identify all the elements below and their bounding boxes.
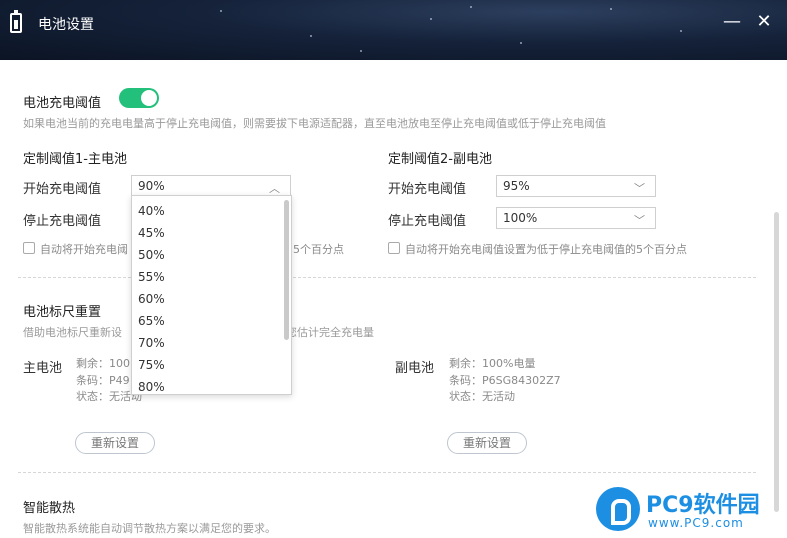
sub-stop-select[interactable]: 100% ﹀ xyxy=(496,207,656,229)
dropdown-option[interactable]: 55% xyxy=(132,266,282,288)
divider xyxy=(18,472,756,473)
threshold-description: 如果电池当前的充电电量高于停止充电阈值，则需要拔下电源适配器，直至电池放电至停止… xyxy=(23,117,606,130)
main-auto-checkbox[interactable] xyxy=(23,242,35,254)
gauge-desc-right: 您估计完全充电量 xyxy=(286,326,374,339)
chevron-down-icon: ﹀ xyxy=(634,182,645,195)
minimize-button[interactable]: — xyxy=(722,12,742,32)
divider xyxy=(18,277,756,278)
watermark-url: www.PC9.com xyxy=(648,516,744,530)
vertical-scrollbar[interactable] xyxy=(774,212,779,512)
main-start-value: 90% xyxy=(138,179,165,193)
start-threshold-dropdown: 40% 45% 50% 55% 60% 65% 70% 75% 80% xyxy=(131,195,292,395)
sub-stop-value: 100% xyxy=(503,211,538,225)
watermark: PC9软件园 www.PC9.com xyxy=(596,485,781,535)
star-decoration xyxy=(220,10,222,12)
sub-auto-text: 自动将开始充电阈值设置为低于停止充电阈值的5个百分点 xyxy=(405,243,687,256)
sub-stop-label: 停止充电阈值 xyxy=(388,214,467,229)
main-auto-text-right: 5个百分点 xyxy=(293,243,344,256)
main-start-select[interactable]: 90% ︿ xyxy=(131,175,291,197)
title-bar: 电池设置 — ✕ xyxy=(0,0,787,60)
dropdown-option[interactable]: 60% xyxy=(132,288,282,310)
star-decoration xyxy=(680,30,682,32)
sub-battery-title: 定制阈值2-副电池 xyxy=(388,152,492,167)
main-auto-text-left: 自动将开始充电阈 xyxy=(40,243,128,256)
chevron-down-icon: ﹀ xyxy=(634,214,645,227)
settings-panel: 电池充电阈值 如果电池当前的充电电量高于停止充电阈值，则需要拔下电源适配器，直至… xyxy=(0,60,787,538)
dropdown-option[interactable]: 80% xyxy=(132,376,282,394)
sub-gauge-code: 条码：P6SG84302Z7 xyxy=(449,374,561,387)
main-reset-button[interactable]: 重新设置 xyxy=(75,432,155,454)
chevron-up-icon: ︿ xyxy=(269,182,280,195)
dropdown-option[interactable]: 65% xyxy=(132,310,282,332)
main-gauge-remain: 剩余：100 xyxy=(76,357,130,370)
main-stop-label: 停止充电阈值 xyxy=(23,214,102,229)
threshold-toggle[interactable] xyxy=(119,88,159,108)
sub-start-label: 开始充电阈值 xyxy=(388,182,467,197)
dropdown-scrollbar[interactable] xyxy=(284,200,289,340)
threshold-title: 电池充电阈值 xyxy=(23,96,102,111)
sub-start-value: 95% xyxy=(503,179,530,193)
dropdown-option[interactable]: 40% xyxy=(132,200,282,222)
star-decoration xyxy=(610,8,612,10)
star-decoration xyxy=(520,42,522,44)
window-title: 电池设置 xyxy=(38,17,94,33)
main-gauge-code: 条码：P49 xyxy=(76,374,130,387)
toggle-knob xyxy=(141,90,157,106)
sub-gauge-remain: 剩余：100%电量 xyxy=(449,357,536,370)
star-decoration xyxy=(470,6,472,8)
star-decoration xyxy=(430,18,432,20)
dropdown-option[interactable]: 45% xyxy=(132,222,282,244)
star-decoration xyxy=(310,35,312,37)
watermark-brand: PC9软件园 xyxy=(646,493,760,518)
main-gauge-label: 主电池 xyxy=(23,361,63,376)
dropdown-option[interactable]: 75% xyxy=(132,354,282,376)
main-start-label: 开始充电阈值 xyxy=(23,182,102,197)
sub-gauge-status: 状态：无活动 xyxy=(449,390,515,403)
sub-reset-button[interactable]: 重新设置 xyxy=(447,432,527,454)
gauge-desc-left: 借助电池标尺重新设 xyxy=(23,326,122,339)
star-decoration xyxy=(360,50,362,52)
sub-auto-checkbox[interactable] xyxy=(388,242,400,254)
dropdown-option[interactable]: 50% xyxy=(132,244,282,266)
dropdown-option[interactable]: 70% xyxy=(132,332,282,354)
battery-icon xyxy=(10,10,22,33)
pc9-logo-icon xyxy=(596,487,640,531)
close-button[interactable]: ✕ xyxy=(754,12,774,32)
sub-start-select[interactable]: 95% ﹀ xyxy=(496,175,656,197)
gauge-title: 电池标尺重置 xyxy=(23,305,102,320)
main-battery-title: 定制阈值1-主电池 xyxy=(23,152,127,167)
cooling-title: 智能散热 xyxy=(23,501,76,516)
sub-gauge-label: 副电池 xyxy=(395,361,435,376)
cooling-description: 智能散热系统能自动调节散热方案以满足您的要求。 xyxy=(23,522,276,535)
